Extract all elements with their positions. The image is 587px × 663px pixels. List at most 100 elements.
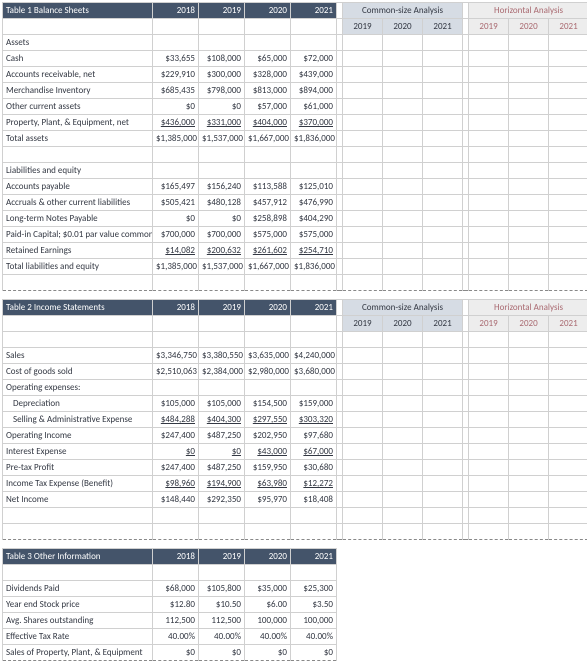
cell-value: $0: [245, 645, 291, 661]
table-row: Long-term Notes Payable$0$0$258,898$404,…: [3, 211, 587, 227]
row-label: Income Tax Expense (Benefit): [3, 476, 153, 492]
cell-value: $2,510,063: [153, 364, 199, 380]
cell-value: $108,000: [199, 51, 245, 67]
cell-value: $0: [153, 645, 199, 661]
t1-subheader-row: 2019 2020 2021 2019 2020 2021: [3, 19, 587, 35]
table-row: Interest Expense$0$0$43,000$67,000: [3, 444, 587, 460]
cell-value: $480,128: [199, 195, 245, 211]
col-2019: 2019: [199, 3, 245, 19]
cell-value: 40.00%: [245, 629, 291, 645]
row-label: Long-term Notes Payable: [3, 211, 153, 227]
cell-value: $258,898: [245, 211, 291, 227]
cell-value: $154,500: [245, 396, 291, 412]
cell-value: $95,970: [245, 492, 291, 508]
cell-value: $105,000: [153, 396, 199, 412]
col-2020: 2020: [245, 3, 291, 19]
cell-value: $14,082: [153, 243, 199, 259]
table-row: Merchandise Inventory$685,435$798,000$81…: [3, 83, 587, 99]
cell-value: $247,400: [153, 460, 199, 476]
cell-value: $297,550: [245, 412, 291, 428]
row-label: Paid-in Capital; $0.01 par value common …: [3, 227, 153, 243]
cell-value: $63,980: [245, 476, 291, 492]
cell-value: $439,000: [291, 67, 337, 83]
cell-value: $72,000: [291, 51, 337, 67]
table-row: Net Income$148,440$292,350$95,970$18,408: [3, 492, 587, 508]
cell-value: $404,000: [245, 115, 291, 131]
cell-value: 40.00%: [199, 629, 245, 645]
table-row: Accounts receivable, net$229,910$300,000…: [3, 67, 587, 83]
total-assets-row: Total assets $1,385,000 $1,537,000 $1,66…: [3, 131, 587, 147]
cell-value: $98,960: [153, 476, 199, 492]
table-row: Operating Income$247,400$487,250$202,950…: [3, 428, 587, 444]
cell-value: 112,500: [199, 613, 245, 629]
t3-header-row: Table 3 Other Information 2018 2019 2020…: [3, 549, 587, 565]
row-label: Cost of goods sold: [3, 364, 153, 380]
cell-value: 100,000: [245, 613, 291, 629]
table-row: Year end Stock price$12.80$10.50$6.00$3.…: [3, 597, 587, 613]
t3-title: Table 3 Other Information: [3, 549, 153, 565]
table-row: Accruals & other current liabilities$505…: [3, 195, 587, 211]
table-row: Sales$3,346,750$3,380,550$3,635,000$4,24…: [3, 348, 587, 364]
row-label: Accruals & other current liabilities: [3, 195, 153, 211]
cell-value: [245, 380, 291, 396]
cell-value: $370,000: [291, 115, 337, 131]
cell-value: $0: [153, 211, 199, 227]
cell-value: [153, 380, 199, 396]
assets-header: Assets: [3, 35, 153, 51]
cell-value: [291, 380, 337, 396]
row-label: Year end Stock price: [3, 597, 153, 613]
cell-value: $700,000: [199, 227, 245, 243]
cell-value: $3,680,000: [291, 364, 337, 380]
cell-value: $331,000: [199, 115, 245, 131]
cell-value: $200,632: [199, 243, 245, 259]
row-label: Accounts payable: [3, 179, 153, 195]
cell-value: $25,300: [291, 581, 337, 597]
cs-header: Common-size Analysis: [343, 3, 463, 19]
cell-value: $404,300: [199, 412, 245, 428]
cell-value: 100,000: [291, 613, 337, 629]
cell-value: $3.50: [291, 597, 337, 613]
cell-value: $261,602: [245, 243, 291, 259]
cell-value: $476,990: [291, 195, 337, 211]
cell-value: 40.00%: [291, 629, 337, 645]
cell-value: $12.80: [153, 597, 199, 613]
row-label: Dividends Paid: [3, 581, 153, 597]
cell-value: $61,000: [291, 99, 337, 115]
table-row: Other current assets$0$0$57,000$61,000: [3, 99, 587, 115]
row-label: Other current assets: [3, 99, 153, 115]
row-label: Sales: [3, 348, 153, 364]
cell-value: $484,288: [153, 412, 199, 428]
cell-value: $575,000: [291, 227, 337, 243]
table-row: Retained Earnings$14,082$200,632$261,602…: [3, 243, 587, 259]
cell-value: $0: [199, 444, 245, 460]
table-row: Operating expenses:: [3, 380, 587, 396]
cell-value: $148,440: [153, 492, 199, 508]
cell-value: $0: [153, 99, 199, 115]
row-label: Merchandise Inventory: [3, 83, 153, 99]
cell-value: $247,400: [153, 428, 199, 444]
row-label: Avg. Shares outstanding: [3, 613, 153, 629]
table-row: Property, Plant, & Equipment, net$436,00…: [3, 115, 587, 131]
cell-value: $457,912: [245, 195, 291, 211]
cell-value: $303,320: [291, 412, 337, 428]
t1-header-row: Table 1 Balance Sheets 2018 2019 2020 20…: [3, 3, 587, 19]
total-liab-row: Total liabilities and equity $1,385,000 …: [3, 259, 587, 275]
row-label: Operating Income: [3, 428, 153, 444]
row-label: Pre-tax Profit: [3, 460, 153, 476]
row-label: Depreciation: [3, 396, 153, 412]
table-row: Effective Tax Rate40.00%40.00%40.00%40.0…: [3, 629, 587, 645]
row-label: Operating expenses:: [3, 380, 153, 396]
row-label: Sales of Property, Plant, & Equipment: [3, 645, 153, 661]
t2-header-row: Table 2 Income Statements 2018 2019 2020…: [3, 300, 587, 316]
table-row: Avg. Shares outstanding112,500112,500100…: [3, 613, 587, 629]
t2-title: Table 2 Income Statements: [3, 300, 153, 316]
cell-value: $97,680: [291, 428, 337, 444]
cell-value: $575,000: [245, 227, 291, 243]
liab-header: Liabilities and equity: [3, 163, 153, 179]
cell-value: $0: [153, 444, 199, 460]
table-row: Accounts payable$165,497$156,240$113,588…: [3, 179, 587, 195]
cell-value: $2,980,000: [245, 364, 291, 380]
cell-value: $328,000: [245, 67, 291, 83]
cell-value: $35,000: [245, 581, 291, 597]
cell-value: $6.00: [245, 597, 291, 613]
